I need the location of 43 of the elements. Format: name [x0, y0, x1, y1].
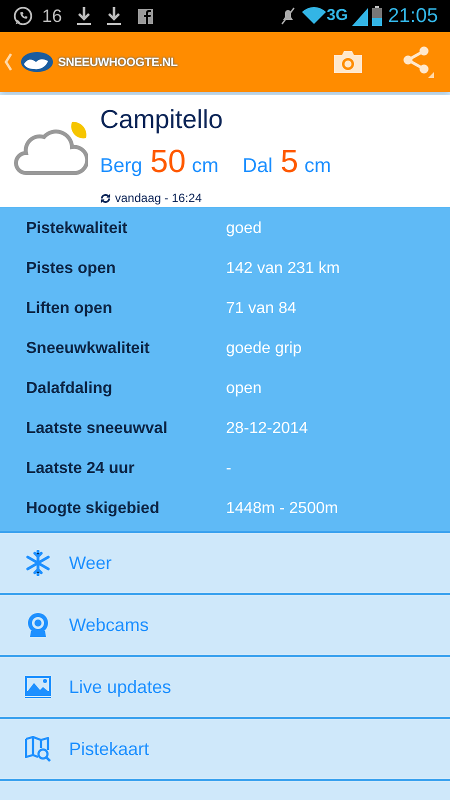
wifi-icon [302, 7, 326, 25]
detail-value: goede grip [226, 339, 302, 359]
mountain-depth: 50 [150, 142, 186, 181]
detail-value: open [226, 379, 262, 399]
detail-label: Laatste 24 uur [26, 459, 136, 479]
detail-value: 28-12-2014 [226, 419, 308, 439]
resort-name: Campitello [100, 103, 224, 135]
refresh-icon [100, 192, 111, 204]
network-type: 3G [326, 6, 348, 26]
detail-value: 71 van 84 [226, 299, 296, 319]
notification-count: 16 [42, 4, 62, 28]
valley-depth: 5 [280, 142, 298, 181]
muted-icon [280, 7, 296, 25]
cloudy-night-icon [14, 119, 88, 177]
detail-value: 1448m - 2500m [226, 499, 338, 519]
image-icon [25, 676, 51, 698]
detail-label: Pistekwaliteit [26, 219, 128, 239]
mountain-unit: cm [192, 154, 219, 179]
clock: 21:05 [388, 4, 438, 29]
whatsapp-icon [12, 5, 34, 27]
battery-icon [372, 6, 382, 26]
snowflake-icon [25, 550, 51, 576]
valley-label: Dal [242, 154, 273, 179]
webcam-icon [26, 612, 50, 638]
detail-value: 142 van 231 km [226, 259, 340, 279]
download-icon [106, 6, 122, 26]
camera-icon[interactable] [332, 49, 364, 75]
facebook-icon [138, 8, 154, 24]
detail-value: goed [226, 219, 262, 239]
detail-label: Dalafdaling [26, 379, 114, 399]
updated-time: vandaag - 16:24 [115, 190, 202, 207]
detail-label: Sneeuwkwaliteit [26, 339, 151, 359]
detail-label: Pistes open [26, 259, 117, 279]
mountain-label: Berg [100, 154, 142, 179]
map-search-icon [25, 736, 51, 762]
logo-text: SNEEUWHOOGTE.NL [58, 54, 178, 71]
valley-unit: cm [304, 154, 331, 179]
download-icon [76, 6, 92, 26]
detail-label: Liften open [26, 299, 114, 319]
detail-label: Laatste sneeuwval [26, 419, 168, 439]
back-icon[interactable] [4, 53, 12, 71]
detail-label: Hoogte skigebied [26, 499, 160, 519]
detail-value: - [226, 459, 232, 479]
